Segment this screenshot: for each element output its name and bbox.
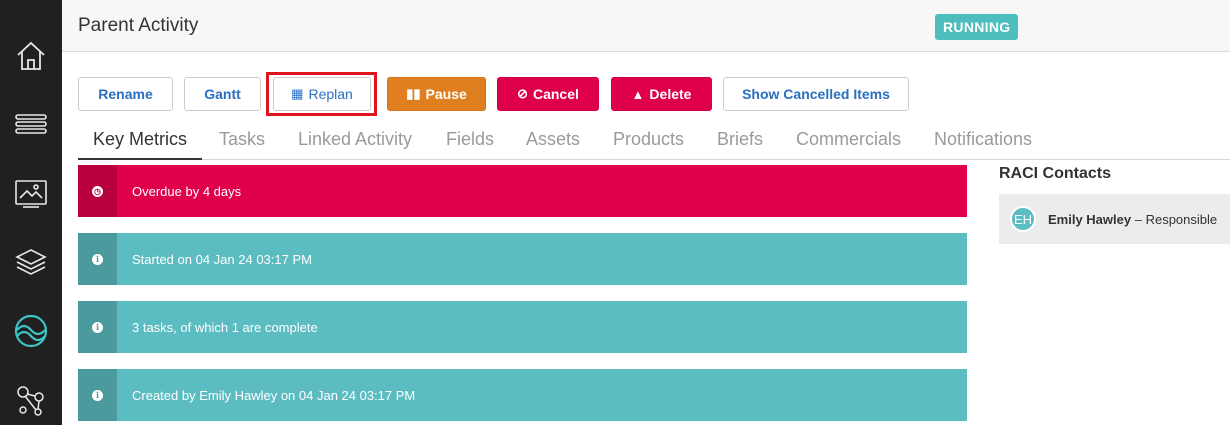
status-badge: RUNNING xyxy=(935,14,1019,40)
sidebar xyxy=(0,0,62,425)
rename-button[interactable]: Rename xyxy=(78,77,173,111)
tab-commercials[interactable]: Commercials xyxy=(796,126,901,160)
alert-message: Overdue by 4 days xyxy=(132,183,242,199)
layers-icon[interactable] xyxy=(13,244,49,280)
pause-icon: ▮▮ xyxy=(406,86,421,101)
info-message: Created by Emily Hawley on 04 Jan 24 03:… xyxy=(132,387,416,403)
info-icon: i xyxy=(92,389,103,401)
tab-bar: Key Metrics Tasks Linked Activity Fields… xyxy=(78,126,1230,160)
overdue-alert: ◷ Overdue by 4 days xyxy=(78,165,967,217)
contact-role: – Responsible xyxy=(1134,211,1218,227)
cancel-label: Cancel xyxy=(532,86,579,102)
gantt-label: Gantt xyxy=(204,86,241,102)
ban-icon: ⊘ xyxy=(517,86,528,101)
header: Parent Activity RUNNING xyxy=(62,0,1230,52)
tab-assets[interactable]: Assets xyxy=(526,126,580,160)
tab-linked-activity[interactable]: Linked Activity xyxy=(298,126,412,160)
avatar: EH xyxy=(1010,206,1036,232)
pause-label: Pause xyxy=(425,86,467,102)
network-nodes-icon[interactable] xyxy=(13,382,49,418)
gantt-button[interactable]: Gantt xyxy=(184,77,261,111)
delete-button[interactable]: ▲ Delete xyxy=(611,77,712,111)
clock-icon: ◷ xyxy=(92,185,103,197)
pause-button[interactable]: ▮▮ Pause xyxy=(387,77,486,111)
created-info: i Created by Emily Hawley on 04 Jan 24 0… xyxy=(78,369,967,421)
rename-label: Rename xyxy=(98,86,153,102)
tasks-info: i 3 tasks, of which 1 are complete xyxy=(78,301,967,353)
tab-products[interactable]: Products xyxy=(613,126,684,160)
raci-title: RACI Contacts xyxy=(999,165,1112,182)
tab-tasks[interactable]: Tasks xyxy=(219,126,265,160)
info-message: 3 tasks, of which 1 are complete xyxy=(132,319,318,335)
delete-label: Delete xyxy=(649,86,692,102)
replan-highlight xyxy=(266,72,377,116)
info-icon: i xyxy=(92,321,103,333)
show-cancelled-label: Show Cancelled Items xyxy=(742,86,890,102)
info-message: Started on 04 Jan 24 03:17 PM xyxy=(132,251,312,267)
started-info: i Started on 04 Jan 24 03:17 PM xyxy=(78,233,967,285)
list-icon[interactable] xyxy=(13,106,49,142)
tab-key-metrics[interactable]: Key Metrics xyxy=(78,126,202,160)
brand-wave-icon[interactable] xyxy=(13,313,49,349)
page-title: Parent Activity xyxy=(78,15,199,36)
contact-name: Emily Hawley xyxy=(1048,211,1132,227)
home-icon[interactable] xyxy=(13,38,49,74)
image-gallery-icon[interactable] xyxy=(13,175,49,211)
raci-contact-row[interactable]: EH Emily Hawley – Responsible xyxy=(999,194,1230,244)
warning-icon: ▲ xyxy=(631,86,645,102)
tab-notifications[interactable]: Notifications xyxy=(934,126,1032,160)
tab-fields[interactable]: Fields xyxy=(446,126,494,160)
show-cancelled-button[interactable]: Show Cancelled Items xyxy=(723,77,909,111)
tab-briefs[interactable]: Briefs xyxy=(717,126,763,160)
cancel-button[interactable]: ⊘ Cancel xyxy=(497,77,599,111)
info-icon: i xyxy=(92,253,103,265)
